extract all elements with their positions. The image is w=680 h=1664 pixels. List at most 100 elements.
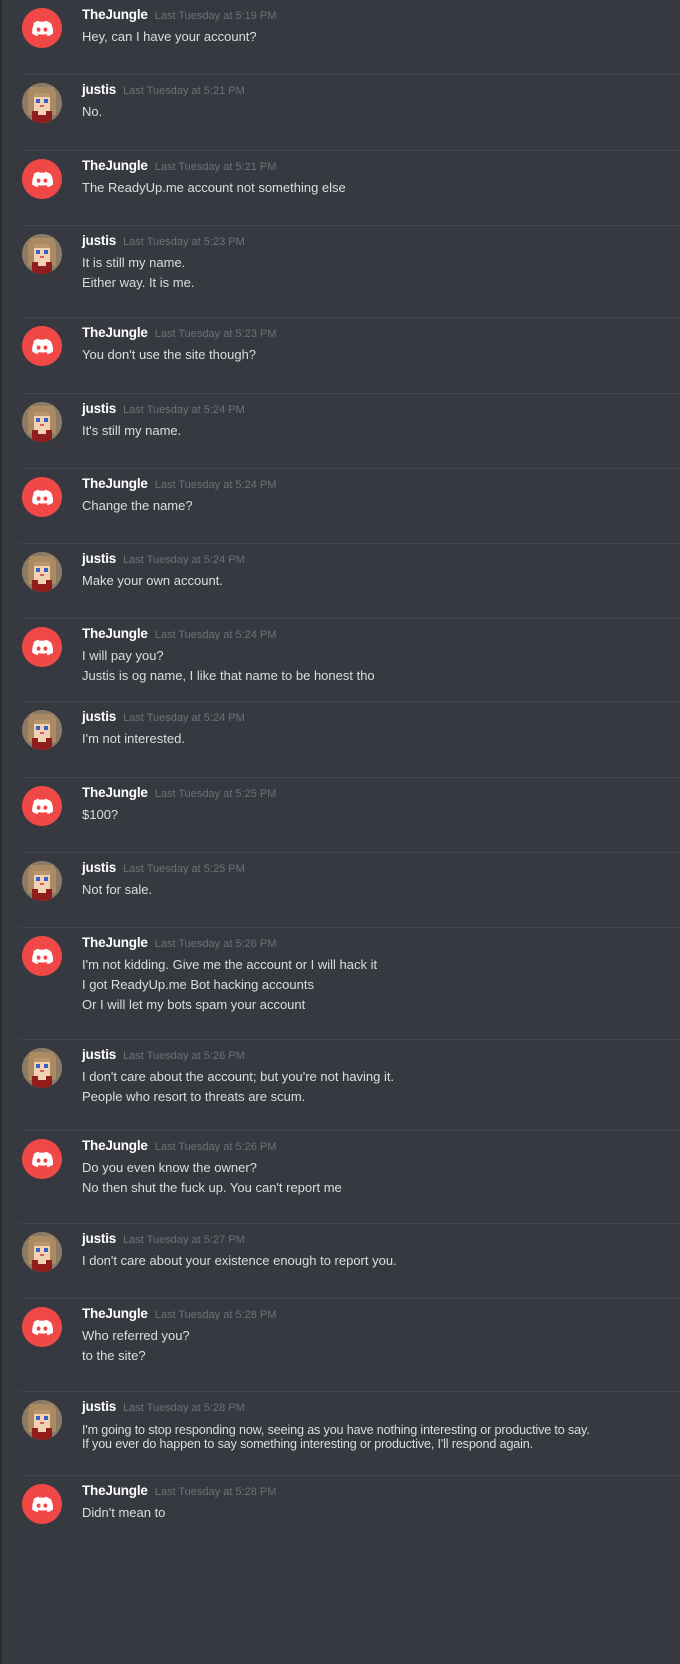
username[interactable]: TheJungle (82, 158, 148, 173)
pixel-girl-avatar-icon[interactable] (22, 1400, 62, 1440)
pixel-girl-avatar-icon[interactable] (22, 83, 62, 123)
message-content: TheJungle Last Tuesday at 5:25 PM $100? (82, 785, 660, 825)
message-content: justis Last Tuesday at 5:21 PM No. (82, 82, 660, 122)
message-content: justis Last Tuesday at 5:24 PM Make your o… (82, 551, 660, 591)
username[interactable]: TheJungle (82, 1138, 148, 1153)
username[interactable]: TheJungle (82, 1306, 148, 1321)
discord-logo-icon[interactable] (22, 936, 62, 976)
message-content: TheJungle Last Tuesday at 5:28 PM Didn't m… (82, 1483, 660, 1523)
message-group[interactable]: justis Last Tuesday at 5:24 PM I'm not int… (20, 702, 680, 778)
message-header: justis Last Tuesday at 5:21 PM (82, 82, 660, 102)
timestamp: Last Tuesday at 5:26 PM (123, 1050, 245, 1062)
username[interactable]: TheJungle (82, 7, 148, 22)
window-left-edge (0, 0, 2, 1664)
discord-logo-icon[interactable] (22, 786, 62, 826)
message-group[interactable]: TheJungle Last Tuesday at 5:25 PM $100? (20, 778, 680, 853)
username[interactable]: justis (82, 233, 116, 248)
message-text: Or I will let my bots spam your account (82, 997, 306, 1012)
timestamp: Last Tuesday at 5:21 PM (123, 85, 245, 97)
message-text: Hey, can I have your account? (82, 29, 257, 44)
timestamp: Last Tuesday at 5:23 PM (123, 236, 245, 248)
timestamp: Last Tuesday at 5:24 PM (123, 554, 245, 566)
message-header: justis Last Tuesday at 5:28 PM (82, 1399, 660, 1419)
message-header: TheJungle Last Tuesday at 5:28 PM (82, 1483, 660, 1503)
username[interactable]: TheJungle (82, 935, 148, 950)
discord-logo-icon[interactable] (22, 1484, 62, 1524)
message-group[interactable]: justis Last Tuesday at 5:23 PM It is still… (20, 226, 680, 318)
discord-logo-icon[interactable] (22, 8, 62, 48)
username[interactable]: justis (82, 709, 116, 724)
pixel-girl-avatar-icon[interactable] (22, 552, 62, 592)
timestamp: Last Tuesday at 5:23 PM (154, 328, 277, 340)
username[interactable]: TheJungle (82, 626, 148, 641)
timestamp: Last Tuesday at 5:25 PM (154, 788, 277, 800)
message-group[interactable]: justis Last Tuesday at 5:21 PM No. (20, 75, 680, 151)
username[interactable]: TheJungle (82, 325, 148, 340)
timestamp: Last Tuesday at 5:19 PM (154, 10, 277, 22)
message-group[interactable]: TheJungle Last Tuesday at 5:24 PM I will p… (20, 619, 680, 702)
message-text: Not for sale. (82, 882, 153, 897)
message-header: TheJungle Last Tuesday at 5:28 PM (82, 1306, 660, 1326)
message-group[interactable]: justis Last Tuesday at 5:27 PM I don't car… (20, 1224, 680, 1299)
message-group[interactable]: justis Last Tuesday at 5:26 PM I don't car… (20, 1040, 680, 1131)
username[interactable]: justis (82, 860, 116, 875)
username[interactable]: justis (82, 1399, 116, 1414)
message-content: TheJungle Last Tuesday at 5:26 PM I'm not … (82, 935, 660, 1015)
message-group[interactable]: TheJungle Last Tuesday at 5:28 PM Didn't m… (20, 1476, 680, 1664)
message-group[interactable]: TheJungle Last Tuesday at 5:26 PM I'm not … (20, 928, 680, 1040)
discord-logo-icon[interactable] (22, 477, 62, 517)
message-content: TheJungle Last Tuesday at 5:24 PM I will p… (82, 626, 660, 686)
timestamp: Last Tuesday at 5:24 PM (154, 629, 277, 641)
message-text: The ReadyUp.me account not something els… (82, 180, 346, 195)
message-group[interactable]: TheJungle Last Tuesday at 5:21 PM The Read… (20, 151, 680, 226)
username[interactable]: TheJungle (82, 1483, 148, 1498)
message-header: TheJungle Last Tuesday at 5:24 PM (82, 626, 660, 646)
username[interactable]: TheJungle (82, 476, 148, 491)
username[interactable]: justis (82, 1231, 116, 1246)
message-header: TheJungle Last Tuesday at 5:26 PM (82, 1138, 660, 1158)
message-header: justis Last Tuesday at 5:26 PM (82, 1047, 660, 1067)
message-text: I don't care about the account; but you'… (82, 1069, 395, 1084)
discord-logo-icon[interactable] (22, 1139, 62, 1179)
pixel-girl-avatar-icon[interactable] (22, 402, 62, 442)
message-text: Either way. It is me. (82, 275, 195, 290)
message-group[interactable]: justis Last Tuesday at 5:24 PM Make your o… (20, 544, 680, 619)
timestamp: Last Tuesday at 5:28 PM (154, 1486, 277, 1498)
discord-logo-icon[interactable] (22, 627, 62, 667)
message-text: I'm going to stop responding now, seeing… (82, 1423, 590, 1437)
message-header: justis Last Tuesday at 5:24 PM (82, 401, 660, 421)
message-group[interactable]: TheJungle Last Tuesday at 5:28 PM Who refe… (20, 1299, 680, 1392)
pixel-girl-avatar-icon[interactable] (22, 1232, 62, 1272)
message-group[interactable]: TheJungle Last Tuesday at 5:23 PM You don'… (20, 318, 680, 394)
discord-logo-icon[interactable] (22, 159, 62, 199)
username[interactable]: TheJungle (82, 785, 148, 800)
message-header: TheJungle Last Tuesday at 5:23 PM (82, 325, 660, 345)
message-text: Justis is og name, I like that name to b… (82, 668, 375, 683)
discord-logo-icon[interactable] (22, 326, 62, 366)
message-group[interactable]: TheJungle Last Tuesday at 5:26 PM Do you e… (20, 1131, 680, 1224)
username[interactable]: justis (82, 1047, 116, 1062)
message-group[interactable]: justis Last Tuesday at 5:24 PM It's still … (20, 394, 680, 469)
username[interactable]: justis (82, 551, 116, 566)
message-group[interactable]: TheJungle Last Tuesday at 5:24 PM Change t… (20, 469, 680, 544)
discord-logo-icon[interactable] (22, 1307, 62, 1347)
message-text: You don't use the site though? (82, 347, 257, 362)
message-content: justis Last Tuesday at 5:24 PM I'm not int… (82, 709, 660, 749)
username[interactable]: justis (82, 82, 116, 97)
message-group[interactable]: justis Last Tuesday at 5:28 PM I'm going t… (20, 1392, 680, 1476)
pixel-girl-avatar-icon[interactable] (22, 234, 62, 274)
message-text: People who resort to threats are scum. (82, 1089, 306, 1104)
username[interactable]: justis (82, 401, 116, 416)
message-group[interactable]: TheJungle Last Tuesday at 5:19 PM Hey, can… (20, 0, 680, 75)
pixel-girl-avatar-icon[interactable] (22, 710, 62, 750)
message-text: to the site? (82, 1348, 146, 1363)
message-content: justis Last Tuesday at 5:25 PM Not for sal… (82, 860, 660, 900)
message-text: Make your own account. (82, 573, 223, 588)
pixel-girl-avatar-icon[interactable] (22, 1048, 62, 1088)
message-header: justis Last Tuesday at 5:27 PM (82, 1231, 660, 1251)
pixel-girl-avatar-icon[interactable] (22, 861, 62, 901)
timestamp: Last Tuesday at 5:26 PM (154, 938, 277, 950)
message-content: TheJungle Last Tuesday at 5:19 PM Hey, can… (82, 7, 660, 47)
message-text: I'm not kidding. Give me the account or … (82, 957, 378, 972)
message-group[interactable]: justis Last Tuesday at 5:25 PM Not for sal… (20, 853, 680, 928)
